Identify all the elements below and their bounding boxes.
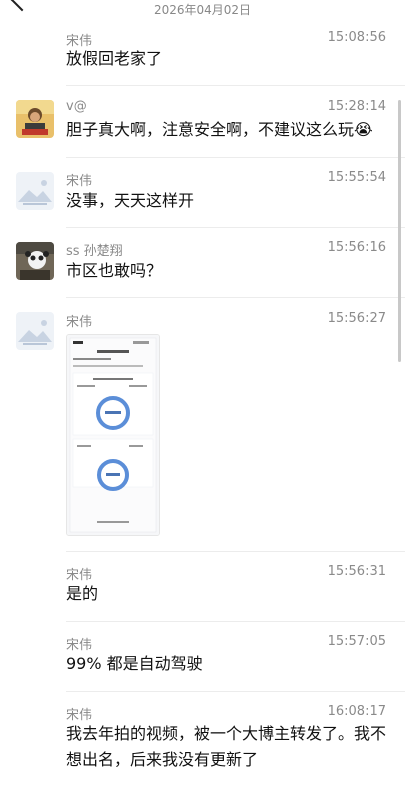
message-text[interactable]: 胆子真大啊，注意安全啊，不建议这么玩😭 [66, 117, 388, 143]
message-time: 15:56:27 [327, 311, 386, 326]
divider [66, 621, 405, 622]
message-time: 15:55:54 [327, 170, 386, 185]
avatar[interactable] [16, 172, 54, 210]
avatar[interactable] [16, 100, 54, 138]
message-time: 16:08:17 [327, 704, 386, 719]
divider [66, 297, 405, 298]
sender-name: ss 孙楚翔 [66, 244, 123, 259]
message-time: 15:28:14 [327, 99, 386, 114]
message-text[interactable]: 没事，天天这样开 [66, 188, 388, 214]
message-text[interactable]: 市区也敢吗？ [66, 258, 388, 284]
divider [66, 691, 405, 692]
message-time: 15:56:16 [327, 240, 386, 255]
divider [66, 157, 405, 158]
top-bar: 2026年04月02日 [0, 0, 405, 18]
divider [66, 227, 405, 228]
sender-name: 宋伟 [66, 315, 93, 330]
scrollbar[interactable] [398, 100, 401, 362]
message-text[interactable]: 我去年拍的视频，被一个大博主转发了。我不想出名，后来我没有更新了 [66, 721, 388, 773]
avatar[interactable] [16, 312, 54, 350]
message-time: 15:57:05 [327, 634, 386, 649]
avatar[interactable] [16, 242, 54, 280]
divider [66, 85, 405, 86]
divider [66, 551, 405, 552]
message-time: 15:56:31 [327, 564, 386, 579]
date-header: 2026年04月02日 [153, 3, 252, 17]
image-attachment[interactable] [66, 334, 160, 536]
message-text[interactable]: 放假回老家了 [66, 46, 388, 72]
message-time: 15:08:56 [327, 30, 386, 45]
message-text[interactable]: 99% 都是自动驾驶 [66, 651, 388, 677]
sender-name: v@ [66, 99, 87, 114]
sender-name: 宋伟 [66, 174, 93, 189]
message-text[interactable]: 是的 [66, 581, 388, 607]
